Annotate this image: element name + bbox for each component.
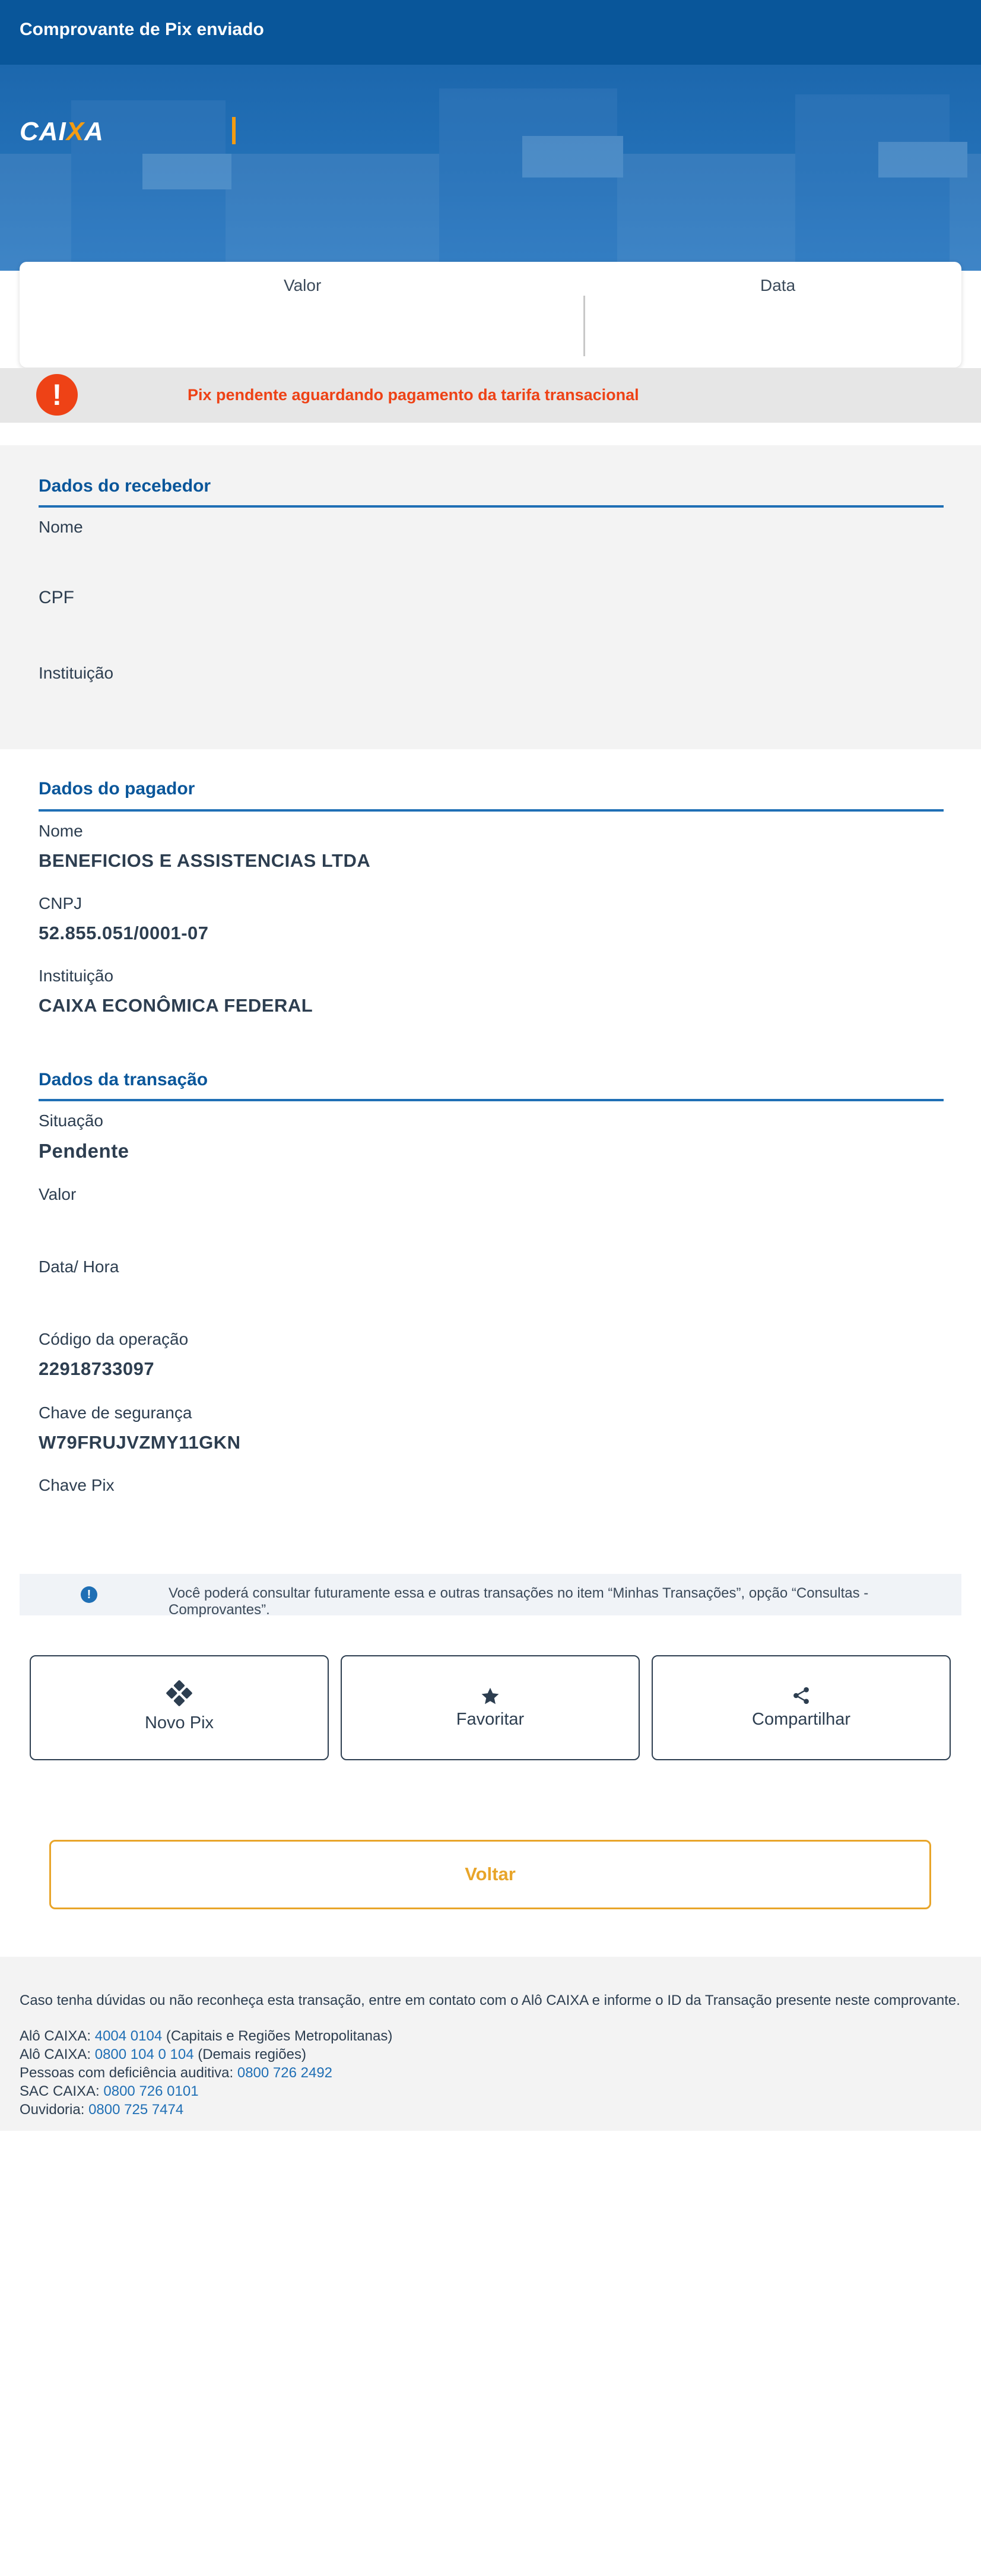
situacao-label: Situação [39,1111,103,1130]
pagador-cnpj-label: CNPJ [39,894,82,912]
phone-link[interactable]: 4004 0104 [95,2028,162,2044]
info-text: Você poderá consultar futuramente essa e… [169,1585,869,1618]
chave-pix-label: Chave Pix [39,1476,115,1494]
section-divider [39,505,944,508]
summary-valor-label: Valor [284,276,322,294]
share-icon [653,1686,950,1708]
pagador-instituicao-value: CAIXA ECONÔMICA FEDERAL [39,995,313,1016]
transacao-section: Dados da transação Situação Pendente Val… [0,1046,981,1551]
pagador-instituicao-label: Instituição [39,967,114,985]
recebedor-instituicao-label: Instituição [39,664,114,682]
info-icon: ! [81,1586,97,1603]
footer-line-5: Ouvidoria: 0800 725 7474 [20,2102,184,2118]
codigo-label: Código da operação [39,1330,189,1348]
pagador-nome-label: Nome [39,822,83,840]
caixa-logo: CAIXA [20,117,104,146]
codigo-value: 22918733097 [39,1358,155,1379]
section-divider [39,809,944,812]
building-background-image [0,88,981,271]
footer-intro: Caso tenha dúvidas ou não reconheça esta… [20,1992,960,2008]
novo-pix-button[interactable]: Novo Pix [30,1655,329,1760]
section-title: Dados do recebedor [39,476,211,496]
favoritar-button[interactable]: Favoritar [341,1655,640,1760]
pagador-cnpj-value: 52.855.051/0001-07 [39,923,209,943]
pagador-nome-value: BENEFICIOS E ASSISTENCIAS LTDA [39,850,371,871]
recebedor-section: Dados do recebedor Nome CPF Instituição [0,445,981,749]
situacao-value: Pendente [39,1140,129,1162]
transacao-valor-label: Valor [39,1185,77,1203]
voltar-button[interactable]: Voltar [49,1840,931,1909]
phone-link[interactable]: 0800 726 2492 [237,2065,332,2081]
phone-link[interactable]: 0800 725 7474 [88,2102,183,2118]
exclamation-icon: ! [36,374,78,416]
novo-pix-label: Novo Pix [144,1713,214,1732]
compartilhar-label: Compartilhar [752,1710,850,1729]
section-title: Dados do pagador [39,779,195,799]
chave-seguranca-value: W79FRUJVZMY11GKN [39,1432,241,1453]
summary-divider [583,296,585,356]
footer-line-2: Alô CAIXA: 0800 104 0 104 (Demais regiõe… [20,2046,306,2062]
hero-banner: CAIXA [0,65,981,271]
voltar-label: Voltar [465,1864,516,1884]
page-title: Comprovante de Pix enviado [20,20,264,39]
compartilhar-button[interactable]: Compartilhar [652,1655,951,1760]
star-icon [342,1686,639,1709]
phone-link[interactable]: 0800 104 0 104 [95,2046,194,2062]
section-divider [39,1099,944,1101]
recebedor-cpf-label: CPF [39,588,74,607]
summary-data-label: Data [760,276,796,294]
pix-icon [31,1680,328,1709]
section-title: Dados da transação [39,1070,208,1089]
pending-alert: ! Pix pendente aguardando pagamento da t… [0,368,981,423]
pagador-section: Dados do pagador Nome BENEFICIOS E ASSIS… [0,749,981,1046]
favoritar-label: Favoritar [456,1710,525,1729]
phone-link[interactable]: 0800 726 0101 [103,2083,198,2099]
footer-contact: Caso tenha dúvidas ou não reconheça esta… [0,1957,981,2131]
info-box: ! Você poderá consultar futuramente essa… [20,1574,961,1618]
alert-text: Pix pendente aguardando pagamento da tar… [188,386,639,404]
chave-seguranca-label: Chave de segurança [39,1403,192,1422]
recebedor-nome-label: Nome [39,518,83,536]
footer-line-1: Alô CAIXA: 4004 0104 (Capitais e Regiões… [20,2028,393,2044]
footer-line-3: Pessoas com deficiência auditiva: 0800 7… [20,2065,333,2081]
top-header-bar: Comprovante de Pix enviado [0,0,981,65]
datahora-label: Data/ Hora [39,1257,119,1276]
logo-accent-bar [232,117,236,144]
summary-card: Valor Data [20,262,961,367]
footer-line-4: SAC CAIXA: 0800 726 0101 [20,2083,199,2099]
